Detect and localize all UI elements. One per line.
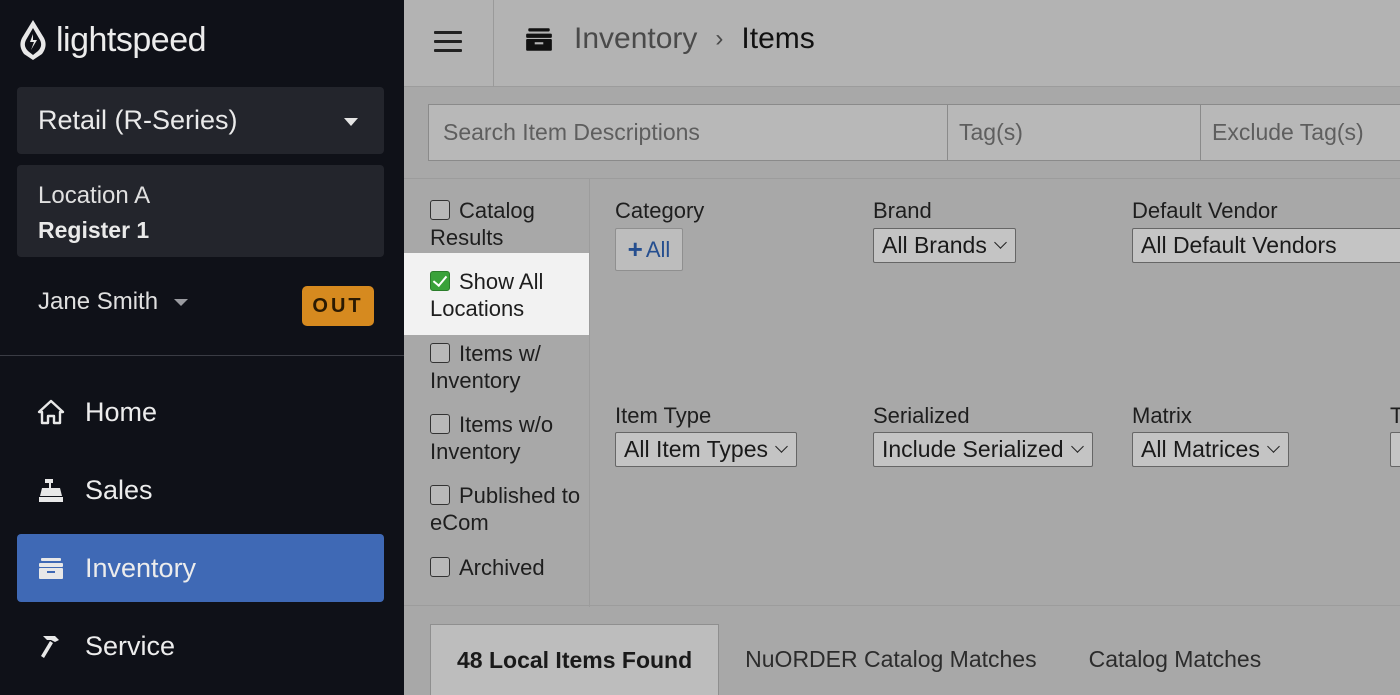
hammer-icon bbox=[37, 632, 65, 660]
default-vendor-select[interactable]: All Default Vendors bbox=[1132, 228, 1400, 263]
truncated-filter-select[interactable] bbox=[1390, 432, 1400, 467]
register-name: Register 1 bbox=[38, 217, 150, 243]
inventory-icon bbox=[526, 28, 552, 51]
tags-input[interactable] bbox=[948, 105, 1201, 160]
matrix-label: Matrix bbox=[1132, 403, 1192, 428]
tab-nuorder-catalog-matches[interactable]: NuORDER Catalog Matches bbox=[719, 624, 1062, 695]
chevron-down-icon bbox=[1070, 440, 1084, 453]
serialized-select[interactable]: Include Serialized bbox=[873, 432, 1093, 467]
serialized-value: Include Serialized bbox=[882, 436, 1064, 462]
chevron-down-icon bbox=[775, 440, 788, 453]
checkbox-label: Archived bbox=[459, 555, 545, 580]
items-without-inventory-checkbox[interactable]: Items w/o Inventory bbox=[430, 411, 590, 465]
store-type-select[interactable]: Retail (R-Series) bbox=[17, 87, 384, 154]
brand-value: All Brands bbox=[882, 232, 987, 258]
search-bar bbox=[428, 104, 1400, 161]
sidebar-item-label: Service bbox=[85, 630, 176, 661]
caret-down-icon bbox=[344, 118, 358, 126]
store-type-label: Retail (R-Series) bbox=[38, 105, 238, 135]
checkbox-filters: Catalog Results Show All Locations Items… bbox=[404, 179, 590, 607]
tab-local-items[interactable]: 48 Local Items Found bbox=[430, 624, 720, 695]
checkbox-label: Published to eCom bbox=[430, 483, 581, 535]
item-type-label: Item Type bbox=[615, 403, 712, 428]
breadcrumb: Inventory › Items bbox=[524, 22, 815, 56]
checkbox[interactable] bbox=[430, 343, 450, 363]
item-type-value: All Item Types bbox=[624, 436, 769, 462]
matrix-value: All Matrices bbox=[1141, 436, 1260, 462]
sidebar-item-label: Sales bbox=[85, 474, 153, 505]
category-add-all-button[interactable]: + All bbox=[615, 228, 683, 271]
checkbox[interactable] bbox=[430, 557, 450, 577]
chevron-right-icon: › bbox=[715, 25, 724, 52]
topbar-divider bbox=[493, 0, 494, 87]
plus-icon: + bbox=[627, 234, 643, 264]
sidebar: lightspeed Retail (R-Series) Location A … bbox=[0, 0, 404, 695]
show-all-locations-checkbox[interactable]: Show All Locations bbox=[404, 253, 589, 335]
tab-catalog-matches[interactable]: Catalog Matches bbox=[1063, 624, 1288, 695]
published-to-ecom-checkbox[interactable]: Published to eCom bbox=[430, 482, 590, 536]
category-button-label: All bbox=[645, 236, 671, 262]
register-icon bbox=[37, 476, 65, 504]
flame-logo-icon bbox=[20, 20, 46, 60]
item-type-select[interactable]: All Item Types bbox=[615, 432, 798, 467]
brand-name: lightspeed bbox=[56, 20, 207, 59]
default-vendor-value: All Default Vendors bbox=[1141, 232, 1337, 258]
sidebar-item-home[interactable]: Home bbox=[17, 378, 384, 446]
checkbox[interactable] bbox=[430, 485, 450, 505]
sidebar-item-inventory[interactable]: Inventory bbox=[17, 534, 384, 602]
brand-label: Brand bbox=[873, 198, 932, 223]
sidebar-item-sales[interactable]: Sales bbox=[17, 456, 384, 524]
checkbox-checked[interactable] bbox=[430, 271, 450, 291]
checkbox[interactable] bbox=[430, 414, 450, 434]
user-menu[interactable]: Jane Smith bbox=[38, 288, 189, 316]
serialized-label: Serialized bbox=[873, 403, 970, 428]
sidebar-item-service[interactable]: Service bbox=[17, 612, 384, 680]
checkbox[interactable] bbox=[430, 200, 450, 220]
chevron-down-icon bbox=[1266, 440, 1280, 453]
default-vendor-label: Default Vendor bbox=[1132, 198, 1278, 223]
brand-logo[interactable]: lightspeed bbox=[18, 18, 207, 62]
archived-checkbox[interactable]: Archived bbox=[430, 554, 590, 581]
user-name: Jane Smith bbox=[38, 288, 159, 315]
truncated-filter-label: T bbox=[1390, 403, 1400, 428]
matrix-select[interactable]: All Matrices bbox=[1132, 432, 1289, 467]
location-name: Location A bbox=[38, 182, 151, 209]
brand-select[interactable]: All Brands bbox=[873, 228, 1016, 263]
items-with-inventory-checkbox[interactable]: Items w/ Inventory bbox=[430, 340, 590, 394]
page-title: Items bbox=[741, 22, 815, 55]
sidebar-item-label: Home bbox=[85, 396, 158, 427]
search-description-input[interactable] bbox=[429, 105, 948, 160]
sidebar-item-label: Inventory bbox=[85, 552, 197, 583]
results-tabs: 48 Local Items Found NuORDER Catalog Mat… bbox=[430, 624, 1287, 695]
exclude-tags-input[interactable] bbox=[1201, 105, 1400, 160]
location-register-selector[interactable]: Location A Register 1 bbox=[17, 165, 384, 257]
catalog-results-checkbox[interactable]: Catalog Results bbox=[430, 197, 590, 251]
hamburger-menu-icon[interactable] bbox=[434, 31, 462, 53]
filter-panel: Catalog Results Show All Locations Items… bbox=[404, 178, 1400, 607]
top-bar: Inventory › Items bbox=[404, 0, 1400, 87]
chevron-down-icon bbox=[993, 236, 1007, 249]
caret-down-icon bbox=[174, 298, 189, 306]
home-icon bbox=[37, 398, 65, 426]
clock-out-badge[interactable]: OUT bbox=[302, 286, 374, 326]
breadcrumb-inventory-link[interactable]: Inventory bbox=[574, 22, 697, 56]
inventory-icon bbox=[37, 554, 65, 582]
sidebar-divider bbox=[0, 355, 404, 356]
category-label: Category bbox=[615, 198, 705, 223]
